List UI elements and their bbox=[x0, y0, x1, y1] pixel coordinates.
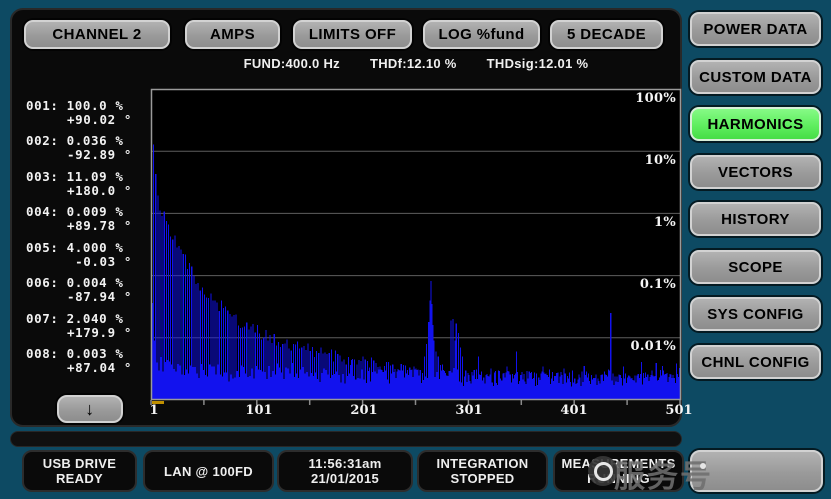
status-line: STOPPED bbox=[451, 471, 515, 486]
decade-button[interactable]: 5 DECADE bbox=[550, 20, 663, 49]
units-button-label: AMPS bbox=[210, 26, 255, 43]
menu-button-sys-config[interactable]: SYS CONFIG bbox=[690, 297, 821, 331]
menu-label: SCOPE bbox=[728, 259, 783, 276]
harmonic-phase: -87.94 ° bbox=[26, 290, 132, 304]
menu-label: HISTORY bbox=[721, 211, 790, 228]
harmonic-magnitude: 002: 0.036 % bbox=[26, 134, 132, 148]
scale-mode-button-label: LOG %fund bbox=[438, 26, 524, 43]
harmonic-magnitude: 008: 0.003 % bbox=[26, 347, 132, 361]
harmonic-list-item: 004: 0.009 %+89.78 ° bbox=[26, 205, 132, 232]
menu-button-vectors[interactable]: VECTORS bbox=[690, 155, 821, 189]
status-line: INTEGRATION bbox=[437, 456, 529, 471]
menu-label: POWER DATA bbox=[703, 21, 807, 38]
harmonic-list-item: 003: 11.09 %+180.0 ° bbox=[26, 170, 132, 197]
y-axis-label-0p1: 0.1% bbox=[640, 277, 676, 292]
menu-button-harmonics[interactable]: HARMONICS bbox=[690, 107, 821, 141]
status-line: 11:56:31am bbox=[308, 456, 381, 471]
harmonic-magnitude: 006: 0.004 % bbox=[26, 276, 132, 290]
harmonic-phase: -0.03 ° bbox=[26, 255, 132, 269]
scale-mode-button[interactable]: LOG %fund bbox=[423, 20, 540, 49]
status-clock: 11:56:31am21/01/2015 bbox=[277, 450, 413, 492]
harmonic-list-item: 007: 2.040 %+179.9 ° bbox=[26, 312, 132, 339]
harmonic-magnitude: 001: 100.0 % bbox=[26, 99, 132, 113]
limits-button-label: LIMITS OFF bbox=[309, 26, 396, 43]
harmonic-list-item: 005: 4.000 %-0.03 ° bbox=[26, 241, 132, 268]
limits-button[interactable]: LIMITS OFF bbox=[293, 20, 412, 49]
status-line: READY bbox=[56, 471, 103, 486]
harmonic-spectrum-chart: 100% 10% 1% 0.1% 0.01% bbox=[151, 89, 681, 400]
channel-button[interactable]: CHANNEL 2 bbox=[24, 20, 170, 49]
harmonic-phase: +89.78 ° bbox=[26, 219, 132, 233]
menu-button-chnl-config[interactable]: CHNL CONFIG bbox=[690, 345, 821, 379]
arrow-down-icon: ↓ bbox=[85, 399, 94, 420]
menu-label: VECTORS bbox=[718, 164, 793, 181]
harmonic-phase: +90.02 ° bbox=[26, 113, 132, 127]
x-axis-tick-label: 401 bbox=[560, 403, 587, 418]
x-axis-labels: 1 101 201 301 401 501 bbox=[151, 403, 681, 419]
harmonic-magnitude: 003: 11.09 % bbox=[26, 170, 132, 184]
watermark-dot bbox=[700, 463, 706, 469]
status-usb: USB DRIVEREADY bbox=[22, 450, 137, 492]
y-axis-label-10: 10% bbox=[645, 153, 676, 168]
spectrum-bars bbox=[151, 89, 681, 409]
y-axis-label-0p01: 0.01% bbox=[630, 339, 676, 354]
y-axis-label-1: 1% bbox=[654, 215, 676, 230]
harmonic-magnitude: 005: 4.000 % bbox=[26, 241, 132, 255]
menu-button-power-data[interactable]: POWER DATA bbox=[690, 12, 821, 46]
menu-button-custom-data[interactable]: CUSTOM DATA bbox=[690, 60, 821, 94]
x-axis-tick-label: 101 bbox=[245, 403, 272, 418]
harmonic-phase: +180.0 ° bbox=[26, 184, 132, 198]
fund-frequency-value: FUND:400.0 Hz bbox=[244, 56, 340, 72]
x-axis-tick-label: 501 bbox=[665, 403, 692, 418]
units-button[interactable]: AMPS bbox=[185, 20, 280, 49]
harmonic-list-item: 001: 100.0 %+90.02 ° bbox=[26, 99, 132, 126]
harmonic-list-item: 002: 0.036 %-92.89 ° bbox=[26, 134, 132, 161]
x-axis-tick-label: 1 bbox=[149, 403, 158, 418]
harmonic-phase: +87.04 ° bbox=[26, 361, 132, 375]
harmonic-list-item: 006: 0.004 %-87.94 ° bbox=[26, 276, 132, 303]
menu-label: SYS CONFIG bbox=[707, 306, 804, 323]
measurement-info-bar: FUND:400.0 Hz THDf:12.10 % THDsig:12.01 … bbox=[151, 56, 681, 72]
harmonic-magnitude: 007: 2.040 % bbox=[26, 312, 132, 326]
x-axis-tick-label: 201 bbox=[350, 403, 377, 418]
harmonic-magnitude: 004: 0.009 % bbox=[26, 205, 132, 219]
menu-button-scope[interactable]: SCOPE bbox=[690, 250, 821, 284]
menu-label: HARMONICS bbox=[707, 116, 803, 133]
status-line: 21/01/2015 bbox=[311, 471, 379, 486]
menu-label: CUSTOM DATA bbox=[699, 69, 812, 86]
thdsig-value: THDsig:12.01 % bbox=[487, 56, 589, 72]
status-line: LAN @ 100FD bbox=[164, 464, 253, 479]
watermark-text: 服务号 bbox=[614, 451, 713, 496]
thdf-value: THDf:12.10 % bbox=[370, 56, 457, 72]
power-analyzer-screen: { "colors": { "background": "#0d4a63", "… bbox=[0, 0, 831, 499]
message-bar bbox=[10, 431, 682, 447]
main-display-panel: CHANNEL 2 AMPS LIMITS OFF LOG %fund 5 DE… bbox=[10, 8, 682, 427]
status-lan: LAN @ 100FD bbox=[143, 450, 274, 492]
status-line: USB DRIVE bbox=[43, 456, 117, 471]
harmonic-phase: +179.9 ° bbox=[26, 326, 132, 340]
status-integration: INTEGRATIONSTOPPED bbox=[417, 450, 548, 492]
menu-button-history[interactable]: HISTORY bbox=[690, 202, 821, 236]
x-axis-tick-label: 301 bbox=[455, 403, 482, 418]
menu-label: CHNL CONFIG bbox=[701, 354, 809, 371]
y-axis-label-100: 100% bbox=[635, 91, 676, 106]
decade-button-label: 5 DECADE bbox=[567, 26, 646, 43]
channel-button-label: CHANNEL 2 bbox=[52, 26, 141, 43]
harmonic-phase: -92.89 ° bbox=[26, 148, 132, 162]
harmonic-list-item: 008: 0.003 %+87.04 ° bbox=[26, 347, 132, 374]
scroll-down-button[interactable]: ↓ bbox=[57, 395, 123, 423]
